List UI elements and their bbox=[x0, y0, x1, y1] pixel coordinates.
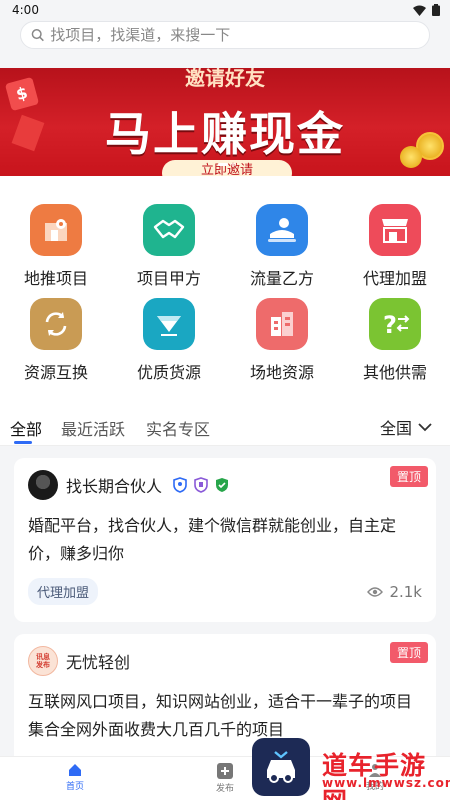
avatar[interactable]: 讯息发布 bbox=[28, 646, 58, 676]
category-label: 代理加盟 bbox=[362, 269, 427, 288]
category-changdi[interactable]: 场地资源 bbox=[226, 298, 338, 392]
post-content: 互联网风口项目，知识网站创业，适合干一辈子的项目集合全网外面收费大几百几千的项目 bbox=[28, 692, 413, 739]
tab-all[interactable]: 全部 bbox=[10, 416, 42, 440]
category-label: 项目甲方 bbox=[136, 269, 201, 288]
exchange-icon bbox=[30, 298, 82, 350]
nav-publish[interactable]: 发布 bbox=[195, 763, 255, 794]
avatar-text: 讯息发布 bbox=[36, 653, 50, 669]
watermark-logo-icon bbox=[252, 738, 310, 796]
banner-subtitle: 邀请好友 bbox=[185, 68, 265, 90]
chevron-down-icon bbox=[418, 423, 432, 432]
nav-label: 首页 bbox=[65, 782, 84, 792]
category-daili[interactable]: 代理加盟 bbox=[339, 204, 450, 298]
home-icon bbox=[69, 764, 81, 776]
banner-indicator bbox=[218, 163, 236, 166]
search-icon bbox=[31, 29, 44, 42]
search-box[interactable] bbox=[20, 21, 430, 49]
category-qita[interactable]: ? 其他供需 bbox=[339, 298, 450, 392]
region-label: 全国 bbox=[379, 419, 412, 438]
watermark-url: www.lmwwsz.com bbox=[322, 776, 450, 790]
coin-icon bbox=[400, 146, 422, 168]
category-label: 优质货源 bbox=[136, 363, 201, 382]
diamond-cart-icon bbox=[143, 298, 195, 350]
tab-active-indicator bbox=[14, 441, 32, 444]
post-tag[interactable]: 代理加盟 bbox=[28, 578, 99, 605]
wifi-icon bbox=[413, 5, 426, 16]
status-time: 4:00 bbox=[12, 3, 39, 17]
tab-recent-active[interactable]: 最近活跃 bbox=[61, 416, 125, 440]
category-jiafang[interactable]: 项目甲方 bbox=[113, 204, 225, 298]
status-bar: 4:00 bbox=[0, 0, 450, 20]
pinned-badge: 置顶 bbox=[389, 642, 428, 663]
category-label: 流量乙方 bbox=[249, 269, 314, 288]
category-label: 地推项目 bbox=[23, 269, 88, 288]
nav-label: 发布 bbox=[215, 784, 234, 794]
category-huoyuan[interactable]: 优质货源 bbox=[113, 298, 225, 392]
post-card[interactable]: 置顶 找长期合伙人 婚配平台，找合伙人，建个微信群就能创业，自主定价，赚多归你 … bbox=[14, 458, 436, 622]
category-label: 其他供需 bbox=[362, 363, 427, 382]
post-author[interactable]: 找长期合伙人 bbox=[66, 473, 162, 497]
pinned-badge: 置顶 bbox=[389, 466, 428, 487]
question-swap-icon: ? bbox=[369, 298, 421, 350]
view-count: 2.1k bbox=[367, 583, 422, 601]
handshake-icon bbox=[143, 204, 195, 256]
building-icon bbox=[256, 298, 308, 350]
tab-verified[interactable]: 实名专区 bbox=[146, 416, 210, 440]
battery-icon bbox=[432, 4, 440, 16]
post-content: 婚配平台，找合伙人，建个微信群就能创业，自主定价，赚多归你 bbox=[28, 516, 397, 563]
view-count-value: 2.1k bbox=[389, 582, 422, 601]
post-feed: 置顶 找长期合伙人 婚配平台，找合伙人，建个微信群就能创业，自主定价，赚多归你 … bbox=[0, 446, 450, 774]
verified-user-icon bbox=[173, 477, 187, 493]
plus-icon bbox=[217, 763, 233, 779]
category-yifang[interactable]: 流量乙方 bbox=[226, 204, 338, 298]
region-selector[interactable]: 全国 bbox=[380, 415, 432, 439]
avatar[interactable] bbox=[28, 470, 58, 500]
eye-icon bbox=[367, 586, 384, 597]
banner-title: 马上赚现金 bbox=[105, 107, 345, 161]
flow-user-icon bbox=[256, 204, 308, 256]
search-input[interactable] bbox=[50, 26, 419, 44]
svg-text:?: ? bbox=[383, 311, 397, 339]
verified-company-icon bbox=[194, 477, 208, 493]
shop-icon bbox=[369, 204, 421, 256]
search-bar bbox=[0, 20, 450, 68]
category-label: 资源互换 bbox=[23, 363, 88, 382]
promo-banner[interactable]: $ 邀请好友 马上赚现金 立即邀请 bbox=[0, 68, 450, 176]
watermark-name: 道车手游网 bbox=[322, 751, 427, 800]
post-author[interactable]: 无忧轻创 bbox=[66, 649, 130, 673]
feed-tabs: 全部 最近活跃 实名专区 全国 bbox=[0, 406, 450, 446]
category-grid: 地推项目 项目甲方 流量乙方 代理加盟 资源互换 优质货源 场地资源 ? 其他供… bbox=[0, 176, 450, 406]
verified-shield-icon bbox=[216, 478, 229, 492]
nav-home[interactable]: 首页 bbox=[45, 763, 105, 792]
map-pin-icon bbox=[30, 204, 82, 256]
category-ditui[interactable]: 地推项目 bbox=[0, 204, 112, 298]
category-label: 场地资源 bbox=[249, 363, 314, 382]
category-huhuan[interactable]: 资源互换 bbox=[0, 298, 112, 392]
